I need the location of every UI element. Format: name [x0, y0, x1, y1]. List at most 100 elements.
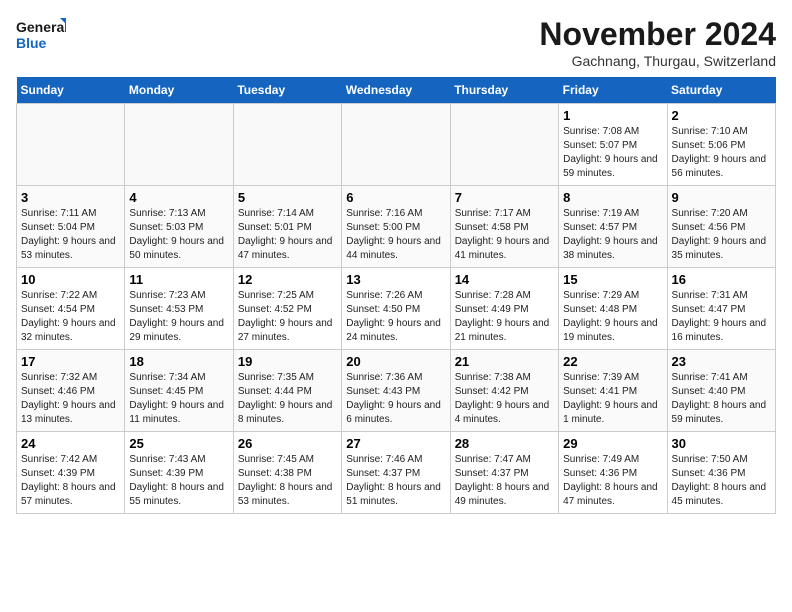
day-info: Sunrise: 7:50 AMSunset: 4:36 PMDaylight:… — [672, 453, 771, 509]
day-number: 13 — [346, 272, 445, 287]
day-number: 8 — [563, 190, 662, 205]
day-number: 6 — [346, 190, 445, 205]
calendar-cell: 20 Sunrise: 7:36 AMSunset: 4:43 PMDayligh… — [342, 350, 450, 432]
calendar-cell: 8Sunrise: 7:19 AMSunset: 4:57 PMDaylight… — [559, 186, 667, 268]
day-info: Sunrise: 7:36 AMSunset: 4:43 PMDaylight:… — [346, 371, 445, 427]
title-area: November 2024 Gachnang, Thurgau, Switzer… — [539, 16, 776, 69]
col-header-monday: Monday — [125, 77, 233, 104]
week-row-5: 24 Sunrise: 7:42 AMSunset: 4:39 PMDayligh… — [17, 432, 776, 514]
day-number: 19 — [238, 354, 337, 369]
calendar-cell: 12 Sunrise: 7:25 AMSunset: 4:52 PMDayligh… — [233, 268, 341, 350]
calendar-cell: 22 Sunrise: 7:39 AMSunset: 4:41 PMDayligh… — [559, 350, 667, 432]
day-number: 2 — [672, 108, 771, 123]
day-number: 16 — [672, 272, 771, 287]
col-header-tuesday: Tuesday — [233, 77, 341, 104]
col-header-friday: Friday — [559, 77, 667, 104]
day-number: 22 — [563, 354, 662, 369]
calendar-cell: 16 Sunrise: 7:31 AMSunset: 4:47 PMDayligh… — [667, 268, 775, 350]
day-number: 14 — [455, 272, 554, 287]
calendar-cell: 4 Sunrise: 7:13 AMSunset: 5:03 PMDaylight… — [125, 186, 233, 268]
day-info: Sunrise: 7:49 AMSunset: 4:36 PMDaylight:… — [563, 453, 662, 509]
day-info: Sunrise: 7:13 AMSunset: 5:03 PMDaylight:… — [129, 207, 228, 263]
week-row-4: 17Sunrise: 7:32 AMSunset: 4:46 PMDayligh… — [17, 350, 776, 432]
day-number: 29 — [563, 436, 662, 451]
calendar-cell — [233, 104, 341, 186]
day-info: Sunrise: 7:08 AMSunset: 5:07 PMDaylight:… — [563, 125, 662, 181]
day-number: 1 — [563, 108, 662, 123]
calendar-cell: 15 Sunrise: 7:29 AMSunset: 4:48 PMDayligh… — [559, 268, 667, 350]
day-number: 15 — [563, 272, 662, 287]
day-number: 11 — [129, 272, 228, 287]
calendar-cell: 1 Sunrise: 7:08 AMSunset: 5:07 PMDaylight… — [559, 104, 667, 186]
day-number: 27 — [346, 436, 445, 451]
calendar-cell: 10 Sunrise: 7:22 AMSunset: 4:54 PMDayligh… — [17, 268, 125, 350]
day-info: Sunrise: 7:39 AMSunset: 4:41 PMDaylight:… — [563, 371, 662, 427]
day-info: Sunrise: 7:17 AMSunset: 4:58 PMDaylight:… — [455, 207, 554, 263]
day-info: Sunrise: 7:34 AMSunset: 4:45 PMDaylight:… — [129, 371, 228, 427]
calendar-table: SundayMondayTuesdayWednesdayThursdayFrid… — [16, 77, 776, 514]
day-number: 20 — [346, 354, 445, 369]
calendar-cell: 6 Sunrise: 7:16 AMSunset: 5:00 PMDaylight… — [342, 186, 450, 268]
day-info: Sunrise: 7:10 AMSunset: 5:06 PMDaylight:… — [672, 125, 771, 181]
day-info: Sunrise: 7:41 AMSunset: 4:40 PMDaylight:… — [672, 371, 771, 427]
calendar-cell — [125, 104, 233, 186]
day-number: 7 — [455, 190, 554, 205]
month-title: November 2024 — [539, 16, 776, 53]
day-info: Sunrise: 7:16 AMSunset: 5:00 PMDaylight:… — [346, 207, 445, 263]
day-info: Sunrise: 7:20 AMSunset: 4:56 PMDaylight:… — [672, 207, 771, 263]
col-header-wednesday: Wednesday — [342, 77, 450, 104]
day-info: Sunrise: 7:31 AMSunset: 4:47 PMDaylight:… — [672, 289, 771, 345]
calendar-cell: 11 Sunrise: 7:23 AMSunset: 4:53 PMDayligh… — [125, 268, 233, 350]
day-number: 12 — [238, 272, 337, 287]
calendar-cell: 7 Sunrise: 7:17 AMSunset: 4:58 PMDaylight… — [450, 186, 558, 268]
week-row-2: 3Sunrise: 7:11 AMSunset: 5:04 PMDaylight… — [17, 186, 776, 268]
header: General Blue November 2024 Gachnang, Thu… — [16, 16, 776, 69]
week-row-3: 10 Sunrise: 7:22 AMSunset: 4:54 PMDayligh… — [17, 268, 776, 350]
svg-text:General: General — [16, 19, 66, 35]
week-row-1: 1 Sunrise: 7:08 AMSunset: 5:07 PMDaylight… — [17, 104, 776, 186]
day-number: 17 — [21, 354, 120, 369]
day-number: 10 — [21, 272, 120, 287]
day-info: Sunrise: 7:46 AMSunset: 4:37 PMDaylight:… — [346, 453, 445, 509]
day-info: Sunrise: 7:23 AMSunset: 4:53 PMDaylight:… — [129, 289, 228, 345]
calendar-cell: 26Sunrise: 7:45 AMSunset: 4:38 PMDayligh… — [233, 432, 341, 514]
calendar-cell — [450, 104, 558, 186]
day-number: 4 — [129, 190, 228, 205]
calendar-cell: 27 Sunrise: 7:46 AMSunset: 4:37 PMDayligh… — [342, 432, 450, 514]
day-info: Sunrise: 7:14 AMSunset: 5:01 PMDaylight:… — [238, 207, 337, 263]
day-info: Sunrise: 7:42 AMSunset: 4:39 PMDaylight:… — [21, 453, 120, 509]
day-number: 25 — [129, 436, 228, 451]
col-header-thursday: Thursday — [450, 77, 558, 104]
day-info: Sunrise: 7:26 AMSunset: 4:50 PMDaylight:… — [346, 289, 445, 345]
day-info: Sunrise: 7:25 AMSunset: 4:52 PMDaylight:… — [238, 289, 337, 345]
calendar-cell: 3Sunrise: 7:11 AMSunset: 5:04 PMDaylight… — [17, 186, 125, 268]
day-info: Sunrise: 7:28 AMSunset: 4:49 PMDaylight:… — [455, 289, 554, 345]
location: Gachnang, Thurgau, Switzerland — [539, 53, 776, 69]
calendar-cell: 18 Sunrise: 7:34 AMSunset: 4:45 PMDayligh… — [125, 350, 233, 432]
logo-svg: General Blue — [16, 16, 66, 56]
day-info: Sunrise: 7:35 AMSunset: 4:44 PMDaylight:… — [238, 371, 337, 427]
day-info: Sunrise: 7:22 AMSunset: 4:54 PMDaylight:… — [21, 289, 120, 345]
day-info: Sunrise: 7:47 AMSunset: 4:37 PMDaylight:… — [455, 453, 554, 509]
day-number: 23 — [672, 354, 771, 369]
day-number: 18 — [129, 354, 228, 369]
header-row: SundayMondayTuesdayWednesdayThursdayFrid… — [17, 77, 776, 104]
calendar-cell: 29 Sunrise: 7:49 AMSunset: 4:36 PMDayligh… — [559, 432, 667, 514]
col-header-saturday: Saturday — [667, 77, 775, 104]
day-info: Sunrise: 7:38 AMSunset: 4:42 PMDaylight:… — [455, 371, 554, 427]
day-info: Sunrise: 7:45 AMSunset: 4:38 PMDaylight:… — [238, 453, 337, 509]
day-number: 9 — [672, 190, 771, 205]
day-number: 3 — [21, 190, 120, 205]
calendar-cell: 9 Sunrise: 7:20 AMSunset: 4:56 PMDaylight… — [667, 186, 775, 268]
col-header-sunday: Sunday — [17, 77, 125, 104]
day-info: Sunrise: 7:43 AMSunset: 4:39 PMDaylight:… — [129, 453, 228, 509]
day-number: 28 — [455, 436, 554, 451]
calendar-cell — [17, 104, 125, 186]
day-number: 24 — [21, 436, 120, 451]
calendar-cell: 5 Sunrise: 7:14 AMSunset: 5:01 PMDaylight… — [233, 186, 341, 268]
calendar-cell: 19 Sunrise: 7:35 AMSunset: 4:44 PMDayligh… — [233, 350, 341, 432]
day-info: Sunrise: 7:29 AMSunset: 4:48 PMDaylight:… — [563, 289, 662, 345]
svg-text:Blue: Blue — [16, 35, 47, 51]
calendar-cell — [342, 104, 450, 186]
day-number: 5 — [238, 190, 337, 205]
